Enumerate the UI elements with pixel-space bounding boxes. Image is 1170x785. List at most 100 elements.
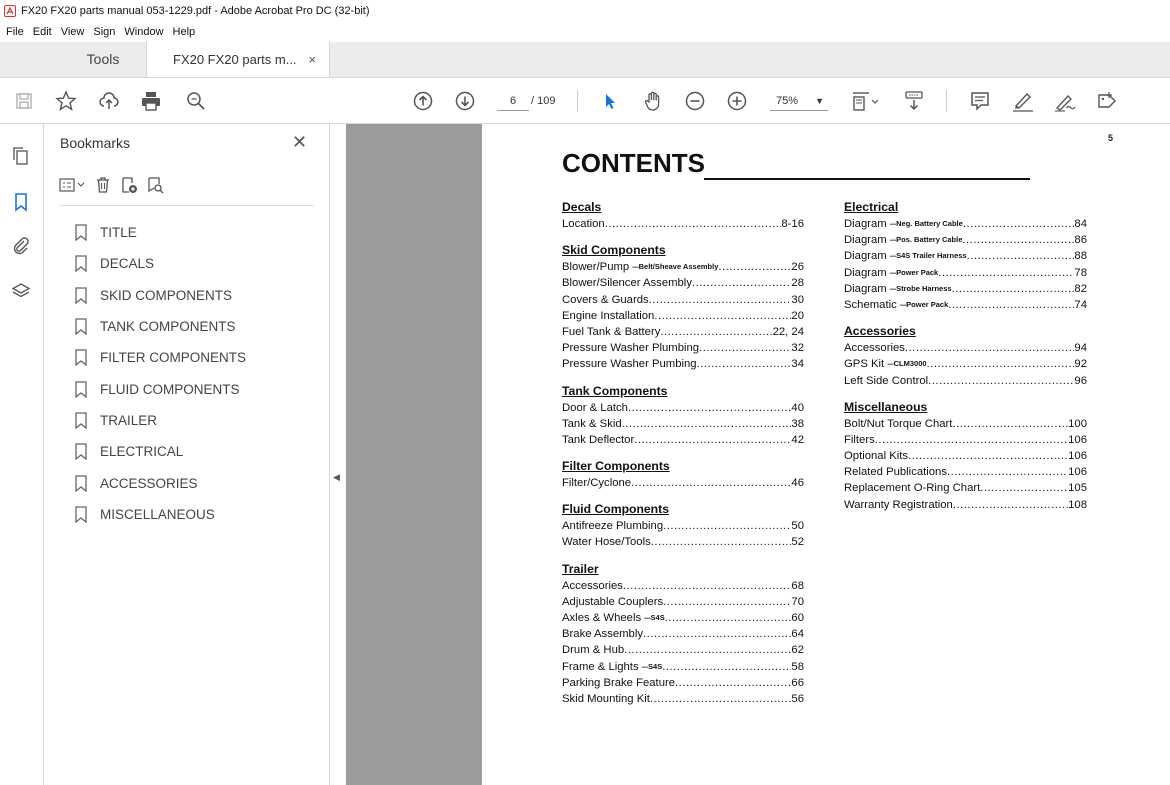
bookmark-item[interactable]: DECALS (74, 248, 246, 279)
upload-cloud-icon[interactable] (96, 88, 122, 114)
contents-entry[interactable]: Fuel Tank & Battery 22, 24 (562, 324, 804, 340)
menu-file[interactable]: File (6, 26, 24, 38)
contents-entry[interactable]: Blower/Silencer Assembly 28 (562, 275, 804, 291)
page-thumbnails-icon[interactable] (9, 144, 33, 168)
tab-document[interactable]: FX20 FX20 parts m... × (146, 41, 330, 77)
save-icon[interactable] (11, 88, 37, 114)
bookmark-item[interactable]: SKID COMPONENTS (74, 280, 246, 311)
menu-help[interactable]: Help (173, 26, 196, 38)
bookmark-item[interactable]: ACCESSORIES (74, 467, 246, 498)
contents-entry[interactable]: Schematic – Power Pack 74 (844, 297, 1087, 313)
contents-entry[interactable]: Filters 106 (844, 432, 1087, 448)
attachments-icon[interactable] (9, 234, 33, 258)
hand-tool-icon[interactable] (640, 88, 666, 114)
panel-collapse-strip[interactable]: ◀ (330, 124, 346, 785)
bookmark-item[interactable]: TITLE (74, 217, 246, 248)
contents-entry[interactable]: Water Hose/Tools 52 (562, 534, 804, 550)
find-bookmark-icon[interactable] (144, 174, 166, 196)
contents-entry[interactable]: Accessories 94 (844, 340, 1087, 356)
contents-entry[interactable]: Accessories 68 (562, 578, 804, 594)
zoom-search-icon[interactable] (183, 88, 209, 114)
entry-page-number: 94 (1074, 342, 1087, 355)
contents-entry[interactable]: Warranty Registration 108 (844, 497, 1087, 513)
layers-icon[interactable] (9, 279, 33, 303)
previous-page-icon[interactable] (410, 88, 436, 114)
contents-entry[interactable]: Door & Latch 40 (562, 400, 804, 416)
contents-entry[interactable]: Location 8-16 (562, 216, 804, 232)
menu-view[interactable]: View (61, 26, 85, 38)
dot-leader (628, 400, 791, 416)
entry-page-number: 20 (791, 309, 804, 322)
contents-entry[interactable]: Drum & Hub 62 (562, 642, 804, 658)
menu-window[interactable]: Window (124, 26, 163, 38)
entry-page-number: 40 (791, 401, 804, 414)
contents-entry[interactable]: Filter/Cyclone 46 (562, 475, 804, 491)
contents-entry[interactable]: Replacement O-Ring Chart 105 (844, 480, 1087, 496)
contents-entry[interactable]: Parking Brake Feature 66 (562, 675, 804, 691)
tab-tools[interactable]: Tools (0, 41, 146, 77)
sign-icon[interactable] (1052, 88, 1078, 114)
contents-entry[interactable]: Bolt/Nut Torque Chart 100 (844, 416, 1087, 432)
contents-entry[interactable]: Diagram – Neg. Battery Cable 84 (844, 216, 1087, 232)
menu-sign[interactable]: Sign (93, 26, 115, 38)
scroll-mode-icon[interactable] (901, 88, 927, 114)
contents-entry[interactable]: Covers & Guards 30 (562, 292, 804, 308)
contents-entry[interactable]: Antifreeze Plumbing 50 (562, 518, 804, 534)
contents-entry[interactable]: Axles & Wheels – S4S 60 (562, 610, 804, 626)
bookmarks-panel-title: Bookmarks (60, 135, 131, 151)
contents-entry[interactable]: Related Publications 106 (844, 464, 1087, 480)
contents-entry[interactable]: Diagram – Pos. Battery Cable 86 (844, 232, 1087, 248)
collapse-panel-icon[interactable]: ◀ (333, 472, 340, 483)
new-bookmark-icon[interactable] (118, 174, 140, 196)
next-page-icon[interactable] (452, 88, 478, 114)
contents-entry[interactable]: Pressure Washer Plumbing 32 (562, 340, 804, 356)
menu-edit[interactable]: Edit (33, 26, 52, 38)
contents-entry[interactable]: Tank & Skid 38 (562, 416, 804, 432)
section-heading: Decals (562, 200, 602, 214)
contents-entry[interactable]: Diagram – Strobe Harness 82 (844, 281, 1087, 297)
zoom-level-select[interactable]: 75% ▼ (770, 91, 828, 111)
bookmark-item[interactable]: MISCELLANEOUS (74, 499, 246, 530)
bookmark-item[interactable]: TANK COMPONENTS (74, 311, 246, 342)
contents-entry[interactable]: Adjustable Couplers 70 (562, 594, 804, 610)
bookmark-label: TRAILER (100, 412, 158, 428)
section-heading: Tank Components (562, 383, 668, 398)
zoom-out-icon[interactable] (682, 88, 708, 114)
acrobat-app-icon (4, 5, 16, 17)
zoom-in-icon[interactable] (724, 88, 750, 114)
bookmark-item[interactable]: FILTER COMPONENTS (74, 342, 246, 373)
contents-entry[interactable]: Frame & Lights – S4S 58 (562, 659, 804, 675)
bookmark-star-icon[interactable] (53, 88, 79, 114)
dot-leader (692, 275, 791, 291)
contents-entry[interactable]: Diagram – Power Pack 78 (844, 265, 1087, 281)
bookmarks-panel-icon[interactable] (9, 190, 33, 214)
fit-page-icon[interactable] (848, 88, 882, 114)
bookmark-item[interactable]: ELECTRICAL (74, 436, 246, 467)
bookmark-item[interactable]: TRAILER (74, 405, 246, 436)
entry-label: Accessories (562, 579, 623, 592)
bookmark-options-icon[interactable] (58, 174, 88, 196)
contents-entry[interactable]: Pressure Washer Pumbing 34 (562, 356, 804, 372)
send-tag-icon[interactable] (1094, 88, 1120, 114)
contents-entry[interactable]: Blower/Pump – Belt/Sheave Assembly 26 (562, 259, 804, 275)
contents-entry[interactable]: Engine Installation 20 (562, 308, 804, 324)
contents-entry[interactable]: Tank Deflector 42 (562, 432, 804, 448)
print-icon[interactable] (138, 88, 164, 114)
comment-icon[interactable] (967, 88, 993, 114)
contents-entry[interactable]: Optional Kits 106 (844, 448, 1087, 464)
tab-close-icon[interactable]: × (309, 52, 317, 67)
delete-bookmark-icon[interactable] (92, 174, 114, 196)
contents-entry[interactable]: Brake Assembly 64 (562, 626, 804, 642)
entry-label: Engine Installation (562, 309, 655, 322)
contents-section: AccessoriesAccessories94GPS Kit – CLM300… (844, 323, 1087, 389)
select-cursor-icon[interactable] (597, 88, 623, 114)
page-number-input[interactable]: 6 (497, 91, 529, 111)
highlight-pen-icon[interactable] (1010, 88, 1036, 114)
contents-entry[interactable]: GPS Kit – CLM3000 92 (844, 356, 1087, 372)
contents-entry[interactable]: Left Side Control 96 (844, 373, 1087, 389)
bookmark-label: ACCESSORIES (100, 475, 198, 491)
contents-entry[interactable]: Skid Mounting Kit 56 (562, 691, 804, 707)
contents-entry[interactable]: Diagram – S4S Trailer Harness 88 (844, 248, 1087, 264)
close-icon[interactable]: ✕ (292, 132, 307, 153)
bookmark-item[interactable]: FLUID COMPONENTS (74, 373, 246, 404)
